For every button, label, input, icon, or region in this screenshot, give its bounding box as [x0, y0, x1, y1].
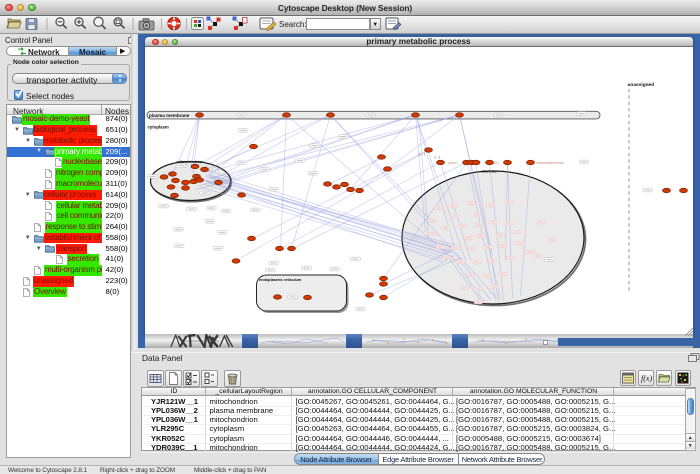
- svg-text:(mit.): (mit.): [491, 161, 498, 165]
- svg-text:mitochondrion mito.: mitochondrion mito.: [536, 161, 564, 165]
- svg-text:nucleus: nucleus: [481, 169, 497, 174]
- svg-text:(....): (....): [418, 152, 424, 156]
- svg-text:unassigned: unassigned: [627, 82, 654, 88]
- svg-text:f(x): f(x): [641, 374, 652, 383]
- svg-text:endoplasmic reticulum: endoplasmic reticulum: [259, 277, 302, 282]
- svg-text:(mito.): (mito.): [448, 161, 457, 165]
- svg-text:cytoplasm: cytoplasm: [147, 125, 168, 130]
- svg-text:(...): (...): [434, 155, 439, 159]
- svg-text:plasma membrane: plasma membrane: [149, 113, 190, 118]
